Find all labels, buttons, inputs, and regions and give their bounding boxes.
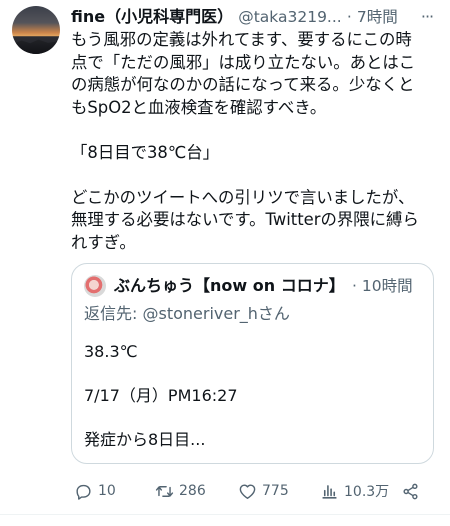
share-button[interactable] xyxy=(401,478,425,504)
quoted-tweet-card[interactable]: ぶんちゅう【now on コロナ】 · 10時間 返信先: @stonerive… xyxy=(71,263,434,464)
quoted-line: 38.3℃ xyxy=(84,342,138,361)
author-avatar[interactable] xyxy=(12,6,60,54)
quoted-blank-line xyxy=(84,407,238,429)
tweet-line: 「8日目で38℃台」 xyxy=(71,142,220,162)
heart-icon xyxy=(239,483,256,499)
tweet-line: もう風邪の定義は外れてます、要するにこの時 xyxy=(71,30,412,49)
tweet-action-bar: 10 286 775 10.3万 xyxy=(71,478,443,504)
tweet-timestamp[interactable]: 7時間 xyxy=(357,8,398,26)
more-options-icon[interactable]: ··· xyxy=(416,5,438,29)
quoted-line: 7/17（月）PM16:27 xyxy=(84,386,238,405)
reply-count: 10 xyxy=(98,483,116,499)
reply-to-line: 返信先: @stoneriver_hさん xyxy=(84,302,290,326)
reply-prefix: 返信先: xyxy=(84,304,143,323)
retweet-count: 286 xyxy=(179,483,206,499)
retweet-button[interactable]: 286 xyxy=(155,478,206,504)
views-count: 10.3万 xyxy=(344,484,390,500)
separator-dot: · xyxy=(346,8,352,26)
tweet-line: れすぎ。 xyxy=(71,232,136,252)
reply-button[interactable]: 10 xyxy=(74,478,116,504)
like-count: 775 xyxy=(262,483,289,499)
quoted-author-name: ぶんちゅう【now on コロナ】 xyxy=(114,276,345,295)
separator-dot: · xyxy=(352,277,357,295)
views-button[interactable]: 10.3万 xyxy=(320,478,389,504)
quoted-author-avatar xyxy=(84,275,106,297)
divider xyxy=(0,514,450,515)
author-name[interactable]: fine（小児科専門医） xyxy=(71,7,233,26)
reply-mention[interactable]: @stoneriver_hさん xyxy=(142,304,289,323)
retweet-icon xyxy=(155,485,174,497)
tweet-line: 無理する必要はないです。Twitterの界隈に縛ら xyxy=(71,210,419,229)
views-icon xyxy=(322,484,337,499)
tweet-text: もう風邪の定義は外れてます、要するにこの時 点で「ただの風邪」は成り立たない。あ… xyxy=(71,29,443,254)
tweet-header: fine（小児科専門医） @taka3219... · 7時間 ··· xyxy=(71,5,438,29)
author-handle[interactable]: @taka3219... xyxy=(238,8,342,26)
quoted-blank-line xyxy=(84,363,238,385)
share-icon xyxy=(403,483,418,499)
tweet-line: どこかのツイートへの引リツで言いましたが、 xyxy=(71,187,415,207)
like-button[interactable]: 775 xyxy=(238,478,289,504)
quoted-line: 発症から8日目... xyxy=(84,430,206,449)
quoted-time-value: 10時間 xyxy=(361,277,413,295)
quoted-tweet-text: 38.3℃ 7/17（月）PM16:27 発症から8日目... xyxy=(84,341,238,451)
quoted-tweet-timestamp: · 10時間 xyxy=(352,274,413,298)
reply-icon xyxy=(76,484,91,500)
tweet-line: もSpO2と血液検査を確認すべき。 xyxy=(71,97,327,117)
tweet-line: 点で「ただの風邪」は成り立たない。あとはこ xyxy=(71,52,416,72)
tweet-line: の病態が何なのかの話になって来る。少なくと xyxy=(71,75,415,94)
